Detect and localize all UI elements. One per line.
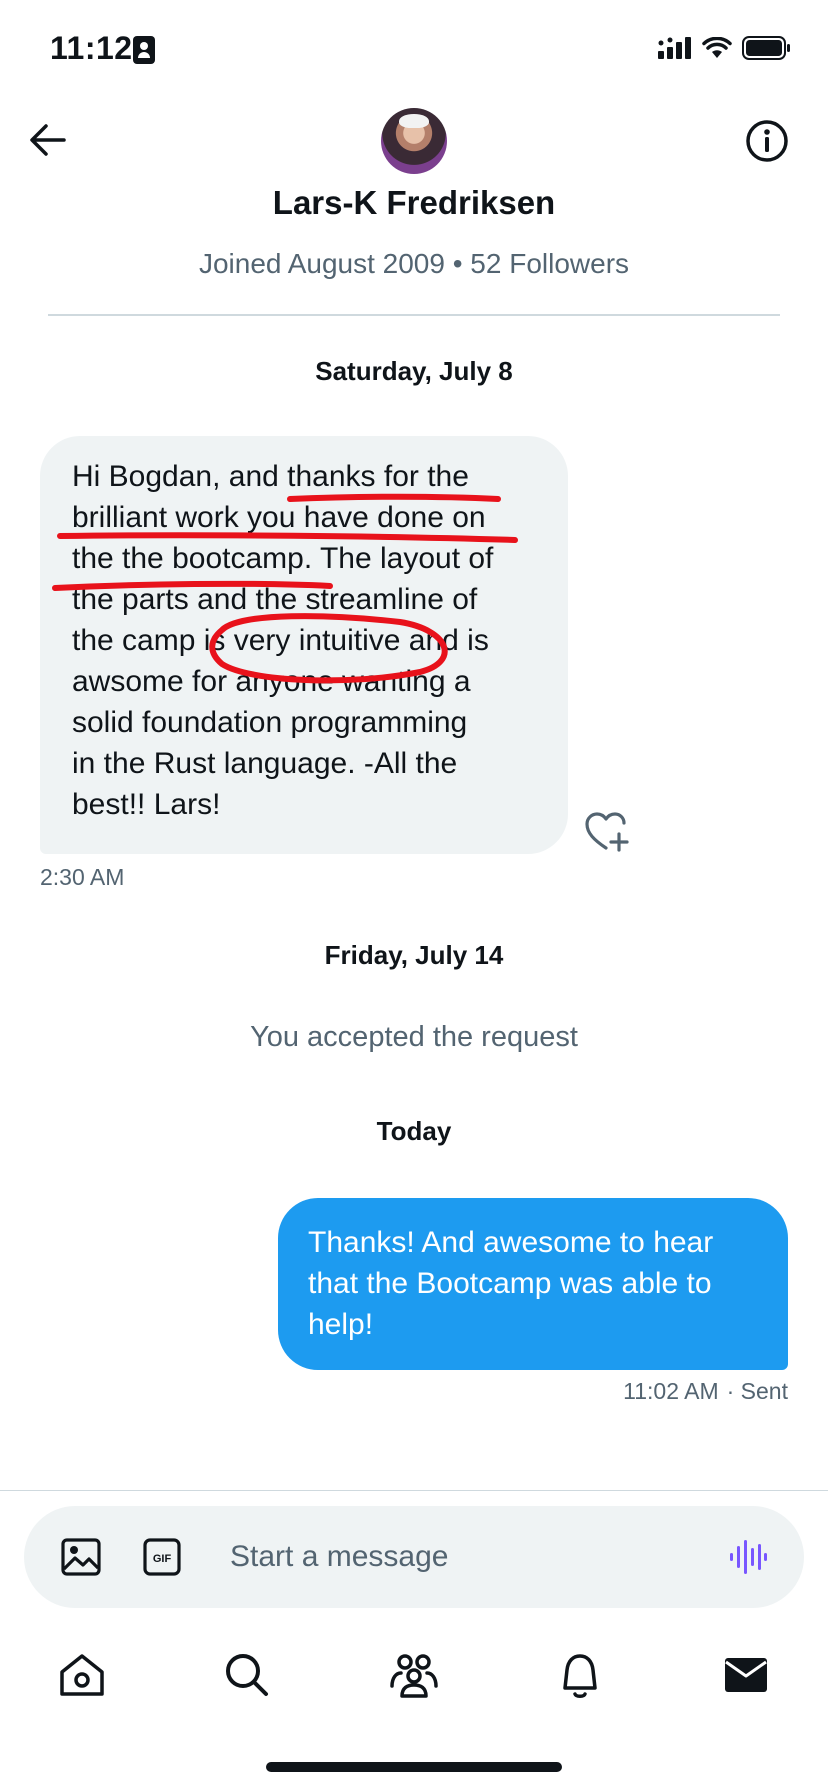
status-time: 11:12	[50, 30, 133, 66]
gif-label: GIF	[153, 1553, 172, 1565]
status-indicators	[658, 36, 792, 60]
incoming-message-text: Hi Bogdan, and thanks for the brilliant …	[72, 460, 494, 821]
tab-notifications[interactable]	[553, 1648, 607, 1702]
message-input[interactable]	[230, 1530, 710, 1584]
profile-meta: Joined August 2009 • 52 Followers	[198, 248, 630, 279]
back-button[interactable]	[26, 118, 70, 162]
arrow-left-icon	[30, 124, 66, 156]
info-icon	[746, 120, 788, 162]
outgoing-message-bubble[interactable]: Thanks! And awesome to hear that the Boo…	[278, 1198, 788, 1370]
message-composer: GIF	[24, 1506, 804, 1608]
heart-plus-icon	[585, 812, 629, 852]
outgoing-message-text: Thanks! And awesome to hear that the Boo…	[308, 1226, 714, 1341]
tab-communities[interactable]	[387, 1648, 441, 1702]
profile-name[interactable]: Lars-K Fredriksen	[0, 184, 828, 222]
messages-icon	[725, 1658, 767, 1692]
message-status: · Sent	[726, 1378, 788, 1404]
home-icon	[60, 1654, 104, 1696]
voice-waveform-icon	[730, 1540, 767, 1574]
contact-badge-icon	[133, 36, 155, 64]
outgoing-message-meta: 11:02 AM · Sent	[615, 1378, 788, 1405]
tab-search[interactable]	[220, 1648, 274, 1702]
tab-home[interactable]	[55, 1648, 109, 1702]
outgoing-message-time: 11:02 AM	[623, 1378, 719, 1404]
conversation-info-button[interactable]	[744, 118, 790, 164]
header-divider	[48, 314, 780, 316]
home-indicator[interactable]	[266, 1762, 562, 1772]
notifications-icon	[563, 1654, 597, 1698]
add-image-button[interactable]	[60, 1537, 102, 1577]
communities-icon	[390, 1654, 438, 1698]
incoming-message-time: 2:30 AM	[40, 864, 125, 890]
battery-icon	[742, 36, 790, 60]
date-header: Saturday, July 8	[315, 356, 513, 386]
wifi-icon	[702, 37, 732, 58]
system-message: You accepted the request	[250, 1021, 578, 1053]
date-header: Today	[376, 1116, 452, 1146]
date-header: Friday, July 14	[324, 940, 504, 970]
tab-messages[interactable]	[719, 1648, 773, 1702]
incoming-message-bubble[interactable]: Hi Bogdan, and thanks for the brilliant …	[40, 436, 568, 854]
search-icon	[226, 1654, 268, 1696]
gif-icon: GIF	[143, 1538, 181, 1576]
add-gif-button[interactable]: GIF	[142, 1537, 182, 1577]
dm-conversation-screen: 11:12 Lars-K Fredriksen Joined August 20…	[0, 0, 828, 1792]
react-button[interactable]	[584, 810, 632, 854]
image-icon	[61, 1538, 101, 1576]
avatar[interactable]	[381, 108, 447, 174]
voice-message-button[interactable]	[728, 1538, 768, 1576]
composer-divider	[0, 1490, 828, 1491]
signal-icon	[658, 37, 691, 59]
